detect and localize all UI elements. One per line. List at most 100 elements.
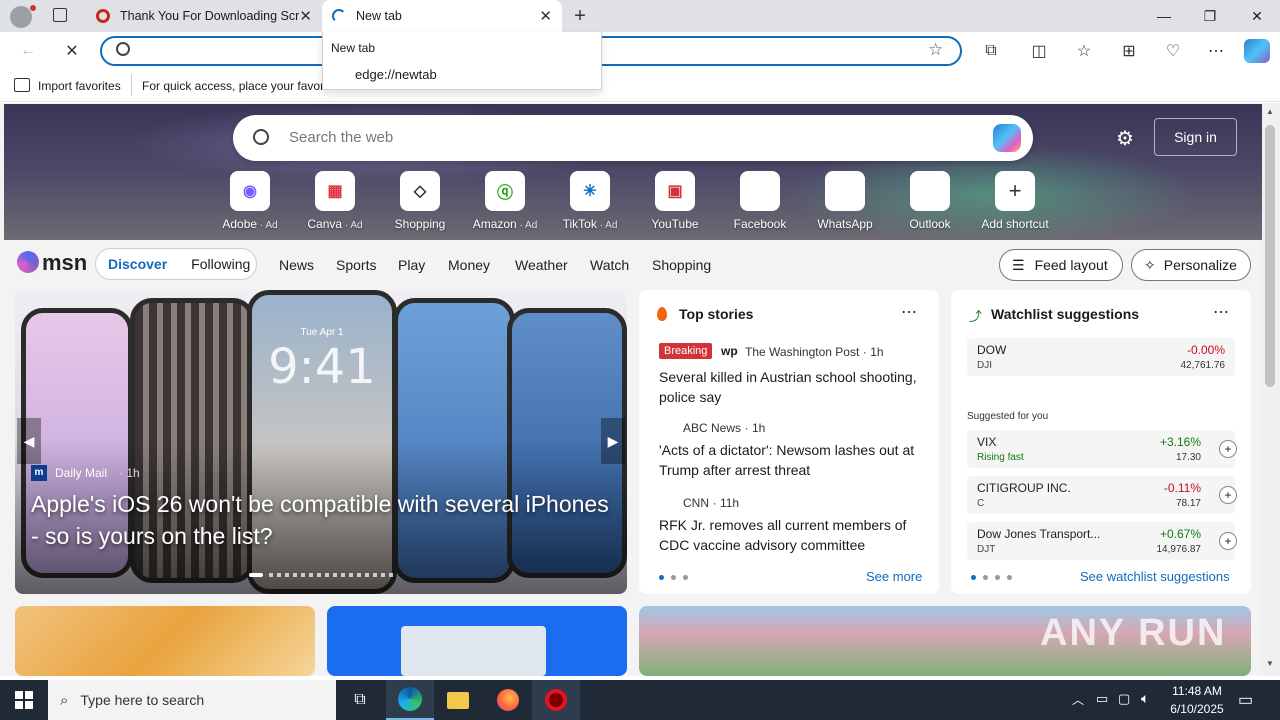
stock-row[interactable]: CITIGROUP INC. C -0.11% 78.17 + [967, 476, 1237, 514]
close-tab-icon[interactable]: ✕ [539, 7, 552, 25]
carousel-next-button[interactable]: ▶ [601, 418, 625, 464]
volume-icon[interactable]: 🔈︎ [1141, 690, 1149, 707]
page-dot-active[interactable] [971, 575, 976, 580]
page-dot-active[interactable] [659, 575, 664, 580]
minimize-button[interactable]: — [1141, 0, 1187, 32]
personalize-button[interactable]: ✧ Personalize [1131, 249, 1251, 281]
news-card-ad[interactable] [327, 606, 627, 676]
see-more-link[interactable]: See more [866, 569, 922, 584]
nav-news[interactable]: News [279, 257, 314, 273]
tab-download[interactable]: Thank You For Downloading Scre ✕ [86, 0, 322, 32]
page-dot[interactable] [983, 575, 988, 580]
firefox-icon[interactable] [484, 680, 532, 720]
new-tab-button[interactable]: + [568, 4, 592, 28]
featured-headline[interactable]: Apple's iOS 26 won't be compatible with … [31, 488, 611, 552]
featured-story-card[interactable]: Tue Apr 1 9:41 ◀ ▶ m Daily Mail · 1h App… [15, 290, 627, 594]
page-dot[interactable] [995, 575, 1000, 580]
web-search-box[interactable]: Search the web [233, 115, 1033, 161]
tray-chevron-icon[interactable]: ︿ [1072, 691, 1084, 708]
clock-date[interactable]: 6/10/2025 [1166, 702, 1228, 716]
recorder-app-icon[interactable] [532, 680, 580, 720]
split-screen-icon[interactable]: ◫ [1025, 38, 1053, 64]
shortcut-canva[interactable]: ▦ Canva · Ad [295, 171, 375, 231]
search-placeholder[interactable]: Search the web [289, 129, 393, 146]
more-menu-icon[interactable]: ⋯ [1202, 38, 1230, 64]
sign-in-button[interactable]: Sign in [1154, 118, 1237, 156]
scrollbar-thumb[interactable] [1265, 125, 1275, 387]
shortcut-facebook[interactable]: Facebook [720, 171, 800, 231]
story-headline[interactable]: 'Acts of a dictator': Newsom lashes out … [659, 440, 923, 480]
extensions-icon[interactable]: ⧉ [977, 38, 1005, 64]
nav-money[interactable]: Money [448, 257, 490, 273]
tab-new[interactable]: New tab ✕ [322, 0, 562, 32]
tab-actions-icon[interactable] [53, 8, 67, 22]
notification-icon[interactable]: ▭ [1238, 690, 1253, 710]
page-dot[interactable] [683, 575, 688, 580]
stop-icon[interactable]: ✕ [58, 38, 86, 64]
story-headline[interactable]: Several killed in Austrian school shooti… [659, 367, 923, 407]
page-dot[interactable] [1007, 575, 1012, 580]
edge-taskbar-icon[interactable] [386, 680, 434, 720]
carousel-dots[interactable] [269, 573, 393, 577]
profile-alert-dot [30, 5, 36, 11]
shortcut-outlook[interactable]: Outlook [890, 171, 970, 231]
start-button[interactable] [0, 680, 48, 720]
taskbar-search-placeholder[interactable]: Type here to search [80, 692, 204, 708]
close-window-button[interactable]: ✕ [1234, 0, 1280, 32]
scroll-down-icon[interactable]: ▼ [1266, 659, 1274, 668]
msn-logo[interactable]: msn [42, 250, 87, 276]
shortcut-youtube[interactable]: ▣ YouTube [635, 171, 715, 231]
news-card-food-image[interactable] [15, 606, 315, 676]
wapo-logo-icon: wp [721, 344, 738, 358]
battery-icon[interactable]: ▭ [1096, 691, 1108, 707]
page-dot[interactable] [671, 575, 676, 580]
import-favorites-button[interactable]: Import favorites [38, 79, 121, 93]
shortcut-add[interactable]: + Add shortcut [975, 171, 1055, 231]
nav-weather[interactable]: Weather [515, 257, 568, 273]
stock-row[interactable]: DOW DJI -0.00% 42,761.76 [967, 338, 1235, 376]
performance-icon[interactable]: ♡ [1159, 38, 1187, 64]
tab-discover[interactable]: Discover [108, 256, 167, 272]
close-tab-icon[interactable]: ✕ [299, 7, 312, 25]
taskbar-search[interactable]: ⌕ Type here to search [48, 680, 336, 720]
carousel-prev-button[interactable]: ◀ [17, 418, 41, 464]
nav-sports[interactable]: Sports [336, 257, 376, 273]
tab-following[interactable]: Following [191, 256, 250, 272]
add-to-watchlist-icon[interactable]: + [1219, 486, 1237, 504]
nav-play[interactable]: Play [398, 257, 425, 273]
shortcut-tiktok[interactable]: ✳ TikTok · Ad [550, 171, 630, 231]
nav-watch[interactable]: Watch [590, 257, 629, 273]
add-to-watchlist-icon[interactable]: + [1219, 532, 1237, 550]
file-explorer-icon[interactable] [434, 680, 482, 720]
page-scrollbar[interactable]: ▲ ▼ [1262, 103, 1280, 676]
shortcut-whatsapp[interactable]: WhatsApp [805, 171, 885, 231]
stock-row[interactable]: Dow Jones Transport... DJT +0.67% 14,976… [967, 522, 1237, 560]
more-options-icon[interactable]: ⋯ [1213, 302, 1229, 322]
shortcut-amazon[interactable]: ⓠ Amazon · Ad [465, 171, 545, 231]
back-arrow-icon[interactable]: ← [14, 38, 42, 64]
copilot-icon[interactable] [993, 124, 1021, 152]
whatsapp-icon [825, 171, 865, 211]
see-watchlist-link[interactable]: See watchlist suggestions [1080, 569, 1230, 584]
scroll-up-icon[interactable]: ▲ [1266, 107, 1274, 116]
favorites-icon[interactable]: ☆ [1070, 38, 1098, 64]
search-icon [253, 129, 269, 145]
nav-shopping[interactable]: Shopping [652, 257, 711, 273]
shortcut-shopping[interactable]: ◇ Shopping [380, 171, 460, 231]
shortcut-adobe[interactable]: ◉ Adobe · Ad [210, 171, 290, 231]
star-icon[interactable]: ☆ [928, 40, 943, 60]
copilot-icon[interactable] [1244, 39, 1270, 63]
task-view-icon[interactable]: ⧉ [336, 680, 384, 720]
maximize-button[interactable]: ❐ [1187, 0, 1233, 32]
feed-layout-button[interactable]: ☰ Feed layout [999, 249, 1123, 281]
collections-icon[interactable]: ⊞ [1115, 38, 1143, 64]
story-headline[interactable]: RFK Jr. removes all current members of C… [659, 515, 923, 555]
add-to-watchlist-icon[interactable]: + [1219, 440, 1237, 458]
settings-gear-icon[interactable]: ⚙ [1116, 126, 1134, 151]
clock-time[interactable]: 11:48 AM [1166, 684, 1228, 698]
more-options-icon[interactable]: ⋯ [901, 302, 917, 322]
stock-row[interactable]: VIX Rising fast +3.16% 17.30 + [967, 430, 1237, 468]
network-icon[interactable]: ▢ [1118, 691, 1130, 707]
carousel-dot-active[interactable] [249, 573, 263, 577]
profile-avatar[interactable] [10, 6, 32, 28]
